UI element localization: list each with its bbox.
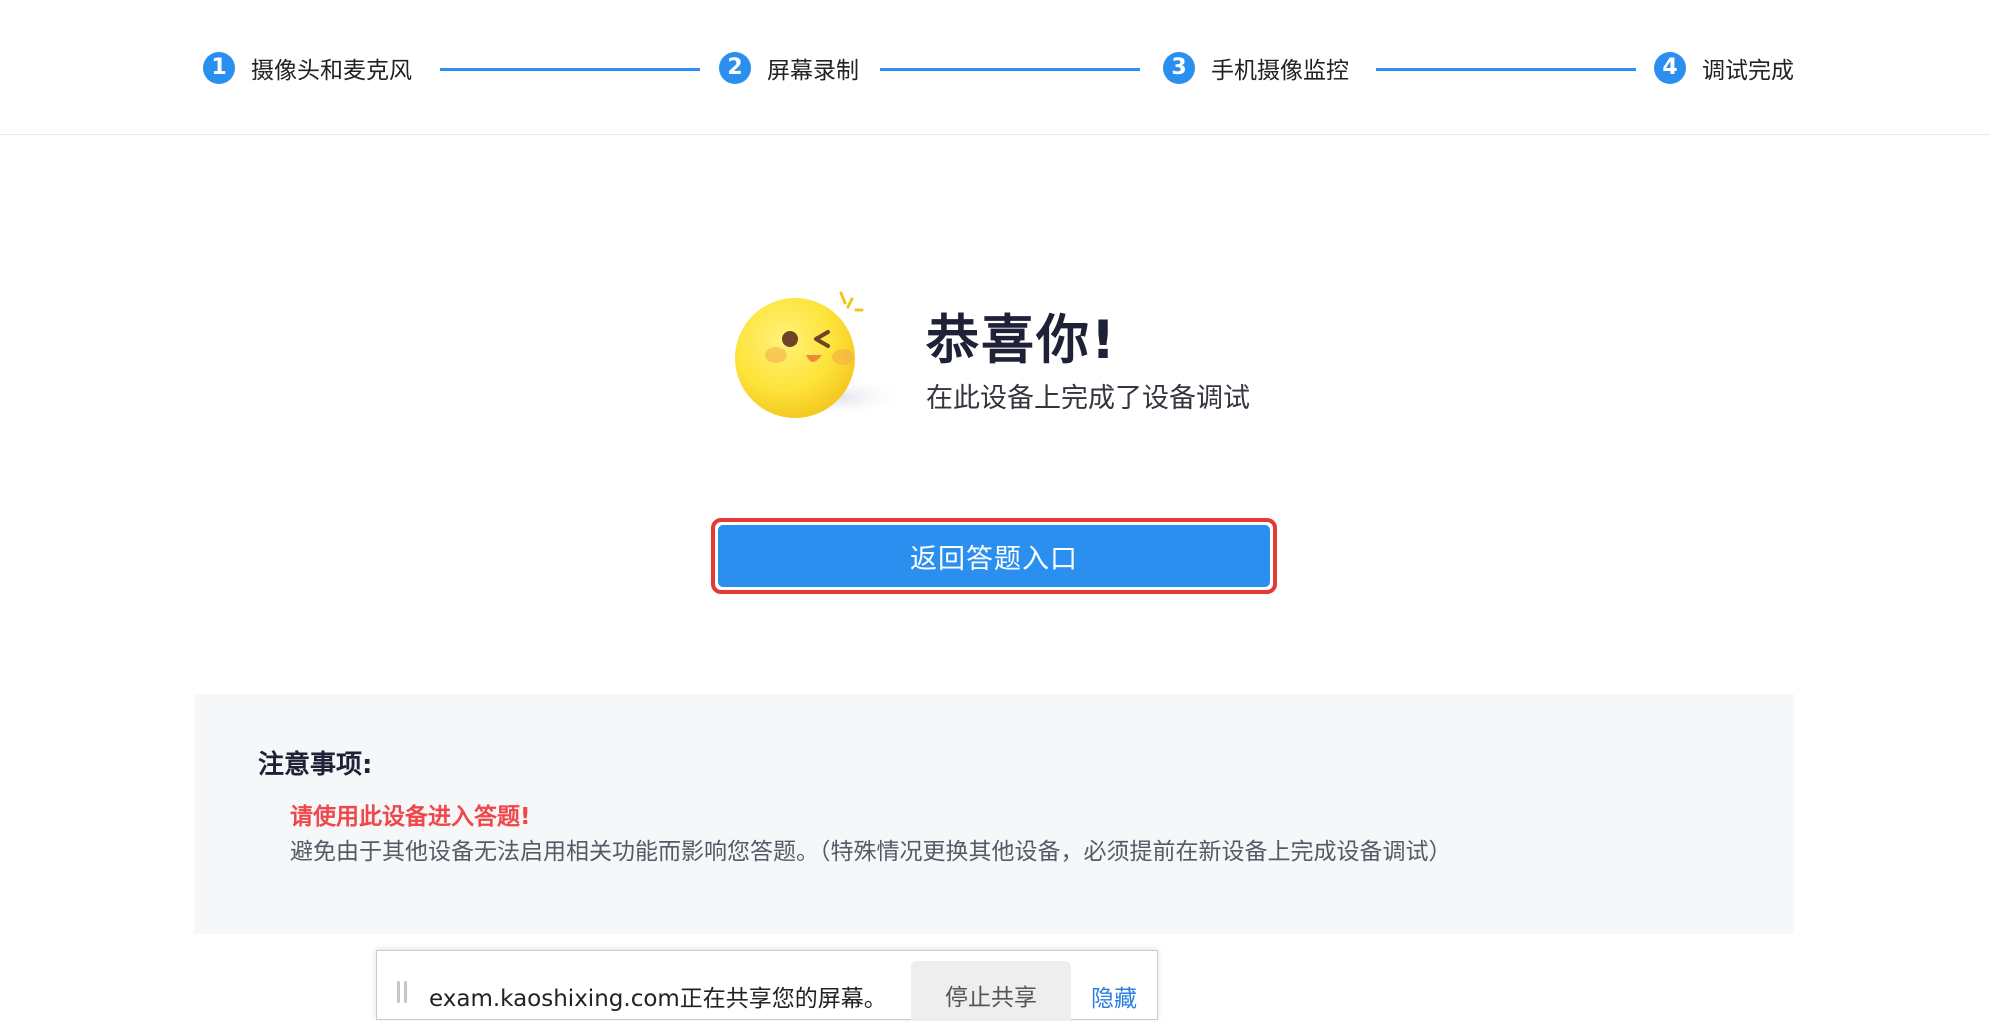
- notice-description: 避免由于其他设备无法启用相关功能而影响您答题。（特殊情况更换其他设备，必须提前在…: [290, 839, 1452, 865]
- stop-sharing-button[interactable]: 停止共享: [911, 961, 1071, 1021]
- step-number-badge: 4: [1654, 52, 1686, 84]
- step-connector: [880, 68, 1140, 71]
- hide-button[interactable]: 隐藏: [1091, 979, 1137, 1013]
- progress-stepper: 1 摄像头和麦克风 2 屏幕录制 3 手机摄像监控 4 调试完成: [0, 0, 1990, 135]
- notice-title: 注意事项:: [258, 750, 373, 780]
- notice-warning: 请使用此设备进入答题!: [290, 804, 531, 830]
- step-label: 手机摄像监控: [1211, 58, 1349, 84]
- screen-share-bar: exam.kaoshixing.com正在共享您的屏幕。 停止共享 隐藏: [376, 950, 1158, 1021]
- step-label: 摄像头和麦克风: [251, 58, 412, 84]
- share-message: exam.kaoshixing.com正在共享您的屏幕。: [429, 986, 887, 1012]
- notice-panel: 注意事项: 请使用此设备进入答题! 避免由于其他设备无法启用相关功能而影响您答题…: [194, 694, 1794, 934]
- step-number-badge: 1: [203, 52, 235, 84]
- winking-face-emoji-icon: [728, 285, 908, 425]
- step-connector: [1376, 68, 1636, 71]
- step-number-badge: 2: [719, 52, 751, 84]
- return-button-highlight: 返回答题入口: [711, 518, 1277, 594]
- success-subtitle: 在此设备上完成了设备调试: [926, 383, 1250, 414]
- success-title: 恭喜你!: [926, 310, 1118, 371]
- step-camera-mic: 1 摄像头和麦克风: [203, 50, 412, 86]
- step-label: 调试完成: [1702, 58, 1794, 84]
- step-screen-recording: 2 屏幕录制: [719, 50, 859, 86]
- step-phone-camera: 3 手机摄像监控: [1163, 50, 1349, 86]
- step-debug-complete: 4 调试完成: [1654, 50, 1794, 86]
- step-connector: [440, 68, 700, 71]
- step-number-badge: 3: [1163, 52, 1195, 84]
- step-label: 屏幕录制: [767, 58, 859, 84]
- drag-handle-icon[interactable]: [397, 981, 407, 1003]
- return-to-exam-button[interactable]: 返回答题入口: [718, 525, 1270, 587]
